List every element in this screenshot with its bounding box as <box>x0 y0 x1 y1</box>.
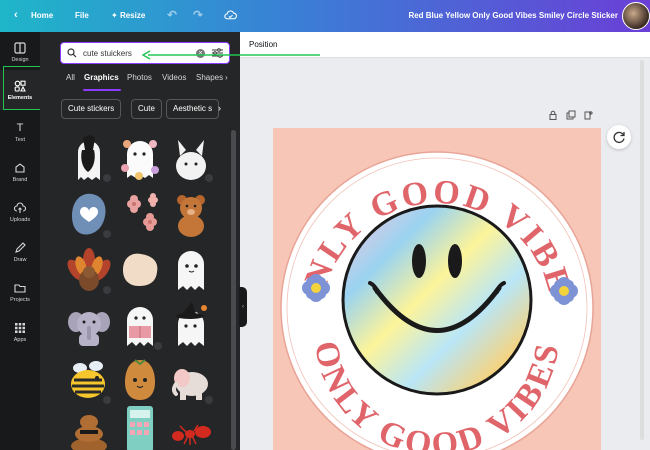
potato-sticker-thumbnail[interactable] <box>117 354 163 406</box>
lock-icon[interactable] <box>548 110 558 120</box>
ghost-reading-sticker-thumbnail[interactable] <box>117 300 163 352</box>
add-page-icon[interactable] <box>584 110 594 120</box>
chip-aesthetic[interactable]: Aesthetic s <box>166 99 220 119</box>
beige-blob-shape-thumbnail[interactable] <box>117 244 163 296</box>
text-icon: T <box>16 122 24 134</box>
rail-item-label: Draw <box>13 257 27 263</box>
ghost-sticker-thumbnail[interactable] <box>66 132 112 184</box>
chip-cute-stickers[interactable]: Cute stickers <box>61 99 122 119</box>
good-vibes-sticker[interactable]: ONLY GOOD VIBES ONLY GOOD VIBES <box>258 99 601 450</box>
rail-item-label: Apps <box>13 337 27 343</box>
tab-graphics[interactable]: Graphics <box>84 73 119 82</box>
pink-flowers-sticker-thumbnail[interactable] <box>117 188 163 240</box>
baby-elephant-sticker-thumbnail[interactable] <box>168 354 214 406</box>
tab-videos[interactable]: Videos <box>162 73 186 82</box>
active-tab-underline <box>83 89 121 91</box>
resize-button[interactable]: ✦ Resize <box>111 11 145 20</box>
back-chevron-icon[interactable]: ‹ <box>14 9 18 21</box>
projects-icon <box>14 284 26 293</box>
tab-shapes[interactable]: Shapes <box>196 73 223 82</box>
avatar[interactable] <box>622 2 650 30</box>
panel-scrollbar[interactable] <box>231 130 236 450</box>
witch-ghost-sticker-thumbnail[interactable] <box>168 300 214 352</box>
document-title[interactable]: Red Blue Yellow Only Good Vibes Smiley C… <box>408 11 618 20</box>
uploads-icon <box>14 202 26 213</box>
refresh-icon[interactable] <box>607 125 631 149</box>
bee-sticker-thumbnail[interactable] <box>66 354 112 406</box>
rail-item-uploads[interactable]: Uploads <box>0 202 40 223</box>
red-ant-sticker-thumbnail[interactable] <box>168 402 214 450</box>
rail-item-projects[interactable]: Projects <box>0 282 40 303</box>
brand-icon <box>15 163 25 173</box>
rail-item-label: Design <box>11 57 29 63</box>
ghost-flowers-sticker-thumbnail[interactable] <box>117 132 163 184</box>
turkey-sticker-thumbnail[interactable] <box>66 244 112 296</box>
top-bar: ‹ Home File ✦ Resize ↶ ↷ Red Blue Yellow… <box>0 0 650 32</box>
tab-photos[interactable]: Photos <box>127 73 152 82</box>
white-ghost-sticker-thumbnail[interactable] <box>168 244 214 296</box>
duplicate-icon[interactable] <box>566 110 576 120</box>
undo-icon[interactable]: ↶ <box>167 8 177 22</box>
canvas-scrollbar[interactable] <box>640 60 644 440</box>
position-button[interactable]: Position <box>249 40 277 49</box>
elements-highlight-box <box>3 66 41 110</box>
category-tabs: All Graphics Photos Videos Shapes <box>66 73 232 89</box>
file-menu-button[interactable]: File <box>75 11 89 20</box>
home-button[interactable]: Home <box>31 11 53 20</box>
rail-item-label: Text <box>14 137 26 143</box>
chips-next-chevron-icon[interactable]: › <box>218 103 221 113</box>
poop-emoji-sticker-thumbnail[interactable] <box>66 402 112 450</box>
suggestion-chips: Cute stickers Cute Aesthetic s <box>61 99 231 121</box>
draw-icon <box>15 242 26 253</box>
design-icon <box>14 42 26 54</box>
cloud-save-icon[interactable] <box>224 9 237 22</box>
rail-item-design[interactable]: Design <box>0 42 40 63</box>
crown-icon: ✦ <box>111 11 120 20</box>
rail-item-brand[interactable]: Brand <box>0 162 40 183</box>
rail-item-text[interactable]: T Text <box>0 122 40 143</box>
calculator-sticker-thumbnail[interactable] <box>117 402 163 450</box>
elements-panel: cute stuickers × All Graphics Photos Vid… <box>40 32 240 450</box>
collapse-panel-chevron-icon[interactable]: ‹ <box>239 287 247 327</box>
search-icon <box>67 48 77 58</box>
design-page[interactable]: ONLY GOOD VIBES ONLY GOOD VIBES <box>258 99 601 450</box>
page-tools <box>548 110 594 120</box>
rail-item-label: Projects <box>10 297 30 303</box>
redo-icon[interactable]: ↷ <box>193 8 203 22</box>
rail-item-apps[interactable]: Apps <box>0 322 40 343</box>
rail-item-label: Uploads <box>9 217 31 223</box>
rail-item-draw[interactable]: Draw <box>0 242 40 263</box>
elephant-sticker-thumbnail[interactable] <box>66 300 112 352</box>
annotation-arrow <box>142 50 320 60</box>
teddy-bear-sticker-thumbnail[interactable] <box>168 188 214 240</box>
chip-cute[interactable]: Cute <box>131 99 162 119</box>
apps-icon <box>15 323 25 333</box>
resize-label: Resize <box>119 11 146 20</box>
white-bunny-sticker-thumbnail[interactable] <box>168 132 214 184</box>
tabs-next-chevron-icon[interactable]: › <box>225 73 228 82</box>
rail-item-label: Brand <box>12 177 28 183</box>
blue-heart-sticker-thumbnail[interactable] <box>66 188 112 240</box>
tab-all[interactable]: All <box>66 73 75 82</box>
